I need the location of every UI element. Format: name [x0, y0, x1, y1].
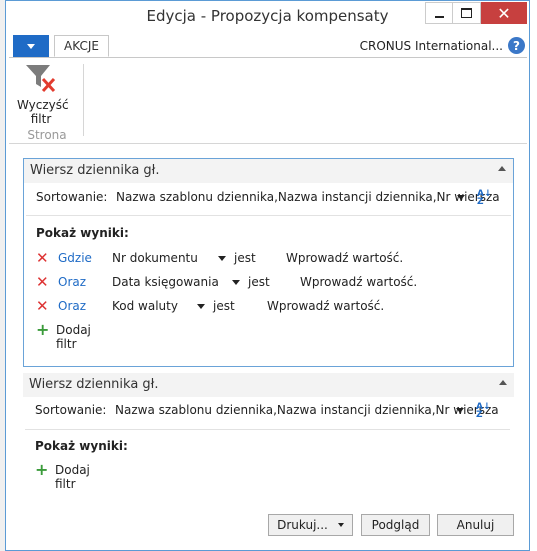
filter-field[interactable]: Kod waluty: [112, 299, 178, 313]
ribbon-body: Wyczyść filtr Strona: [9, 58, 527, 144]
filter-section-1: Wiersz dziennika gł. Sortowanie: Nazwa s…: [23, 158, 514, 367]
filter-operator: jest: [213, 299, 235, 313]
sort-order-icon[interactable]: A↓ Z: [476, 403, 491, 420]
divider: [25, 429, 510, 430]
filter-value-input[interactable]: Wprowadź wartość.: [267, 299, 384, 313]
filter-operator: jest: [248, 275, 270, 289]
dialog-window: Edycja - Propozycja kompensaty ✕ AKCJE C…: [5, 0, 530, 551]
close-button[interactable]: ✕: [481, 2, 527, 24]
filter-section-2: Wiersz dziennika gł. Sortowanie: Nazwa s…: [23, 373, 514, 503]
ribbon-group-divider: [83, 64, 84, 136]
filter-conjunction[interactable]: Oraz: [58, 275, 86, 289]
sort-select[interactable]: Nazwa szablonu dziennika,Nazwa instancji…: [115, 403, 499, 417]
clear-filter-label-line2: filtr: [30, 112, 52, 126]
chevron-down-icon: [27, 43, 35, 49]
print-button[interactable]: Drukuj...: [268, 514, 353, 536]
preview-button[interactable]: Podgląd: [361, 514, 430, 536]
ribbon-tab-bar: AKCJE CRONUS International... ?: [9, 35, 527, 58]
filter-conjunction[interactable]: Gdzie: [58, 251, 92, 265]
filter-field-dropdown-icon[interactable]: [232, 280, 240, 285]
maximize-icon: [461, 8, 472, 18]
remove-filter-icon[interactable]: ✕: [36, 250, 49, 266]
print-button-label: Drukuj...: [277, 518, 328, 532]
sort-select[interactable]: Nazwa szablonu dziennika,Nazwa instancji…: [116, 190, 500, 204]
add-filter-label: Dodaj filtr: [55, 463, 90, 491]
show-results-label: Pokaż wyniki:: [35, 439, 128, 453]
remove-filter-icon[interactable]: ✕: [36, 298, 49, 314]
sort-label: Sortowanie:: [35, 403, 107, 417]
close-icon: ✕: [497, 3, 511, 23]
section-2-title: Wiersz dziennika gł.: [29, 377, 159, 392]
clear-filter-button[interactable]: Wyczyść filtr: [17, 62, 69, 126]
clear-filter-icon: [26, 65, 56, 93]
collapse-icon[interactable]: [498, 166, 506, 171]
help-icon[interactable]: ?: [508, 37, 525, 54]
title-bar: Edycja - Propozycja kompensaty ✕: [6, 1, 529, 31]
maximize-button[interactable]: [453, 2, 481, 24]
filter-field-dropdown-icon[interactable]: [197, 304, 205, 309]
add-filter-label: Dodaj filtr: [56, 323, 91, 351]
sort-dropdown-icon[interactable]: [457, 195, 465, 200]
clear-filter-label-line1: Wyczyść: [17, 98, 69, 112]
filter-value-input[interactable]: Wprowadź wartość.: [300, 275, 417, 289]
filter-field-dropdown-icon[interactable]: [218, 256, 226, 261]
remove-filter-icon[interactable]: ✕: [36, 274, 49, 290]
plus-icon: +: [35, 460, 49, 479]
show-results-label: Pokaż wyniki:: [36, 226, 129, 240]
filter-field[interactable]: Data księgowania: [112, 275, 219, 289]
minimize-button[interactable]: [425, 2, 453, 24]
section-2-header[interactable]: Wiersz dziennika gł.: [23, 373, 514, 397]
chevron-down-icon: [337, 523, 344, 527]
minimize-icon: [434, 16, 444, 18]
section-1-header[interactable]: Wiersz dziennika gł.: [24, 159, 513, 183]
file-menu-button[interactable]: [13, 35, 49, 57]
divider: [26, 215, 511, 216]
filter-conjunction[interactable]: Oraz: [58, 299, 86, 313]
sort-dropdown-icon[interactable]: [456, 408, 464, 413]
filter-field[interactable]: Nr dokumentu: [112, 251, 198, 265]
tab-akcje[interactable]: AKCJE: [54, 35, 109, 57]
filter-operator: jest: [234, 251, 256, 265]
collapse-icon[interactable]: [499, 380, 507, 385]
company-name[interactable]: CRONUS International...: [360, 39, 503, 53]
ribbon-group-label: Strona: [27, 128, 67, 142]
sort-order-icon[interactable]: A↓ Z: [477, 190, 492, 207]
section-1-title: Wiersz dziennika gł.: [30, 163, 160, 178]
cancel-button[interactable]: Anuluj: [437, 514, 514, 536]
plus-icon: +: [36, 320, 50, 339]
filter-value-input[interactable]: Wprowadź wartość.: [286, 251, 403, 265]
sort-label: Sortowanie:: [36, 190, 108, 204]
